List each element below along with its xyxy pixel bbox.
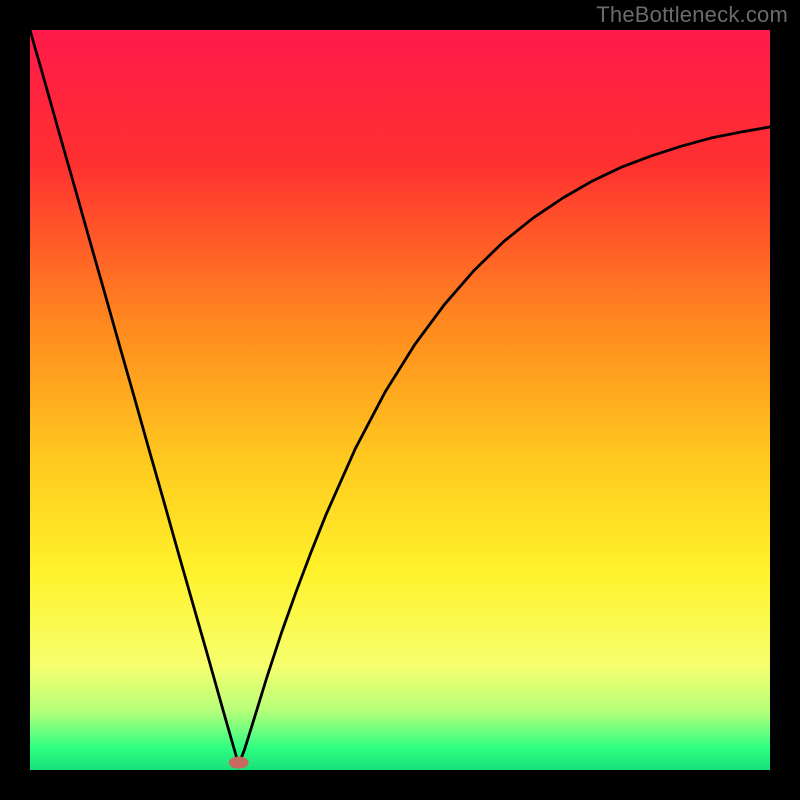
watermark-label: TheBottleneck.com <box>596 2 788 28</box>
optimal-marker <box>229 757 249 769</box>
plot-background <box>30 30 770 770</box>
chart-frame: TheBottleneck.com <box>0 0 800 800</box>
bottleneck-chart <box>30 30 770 770</box>
